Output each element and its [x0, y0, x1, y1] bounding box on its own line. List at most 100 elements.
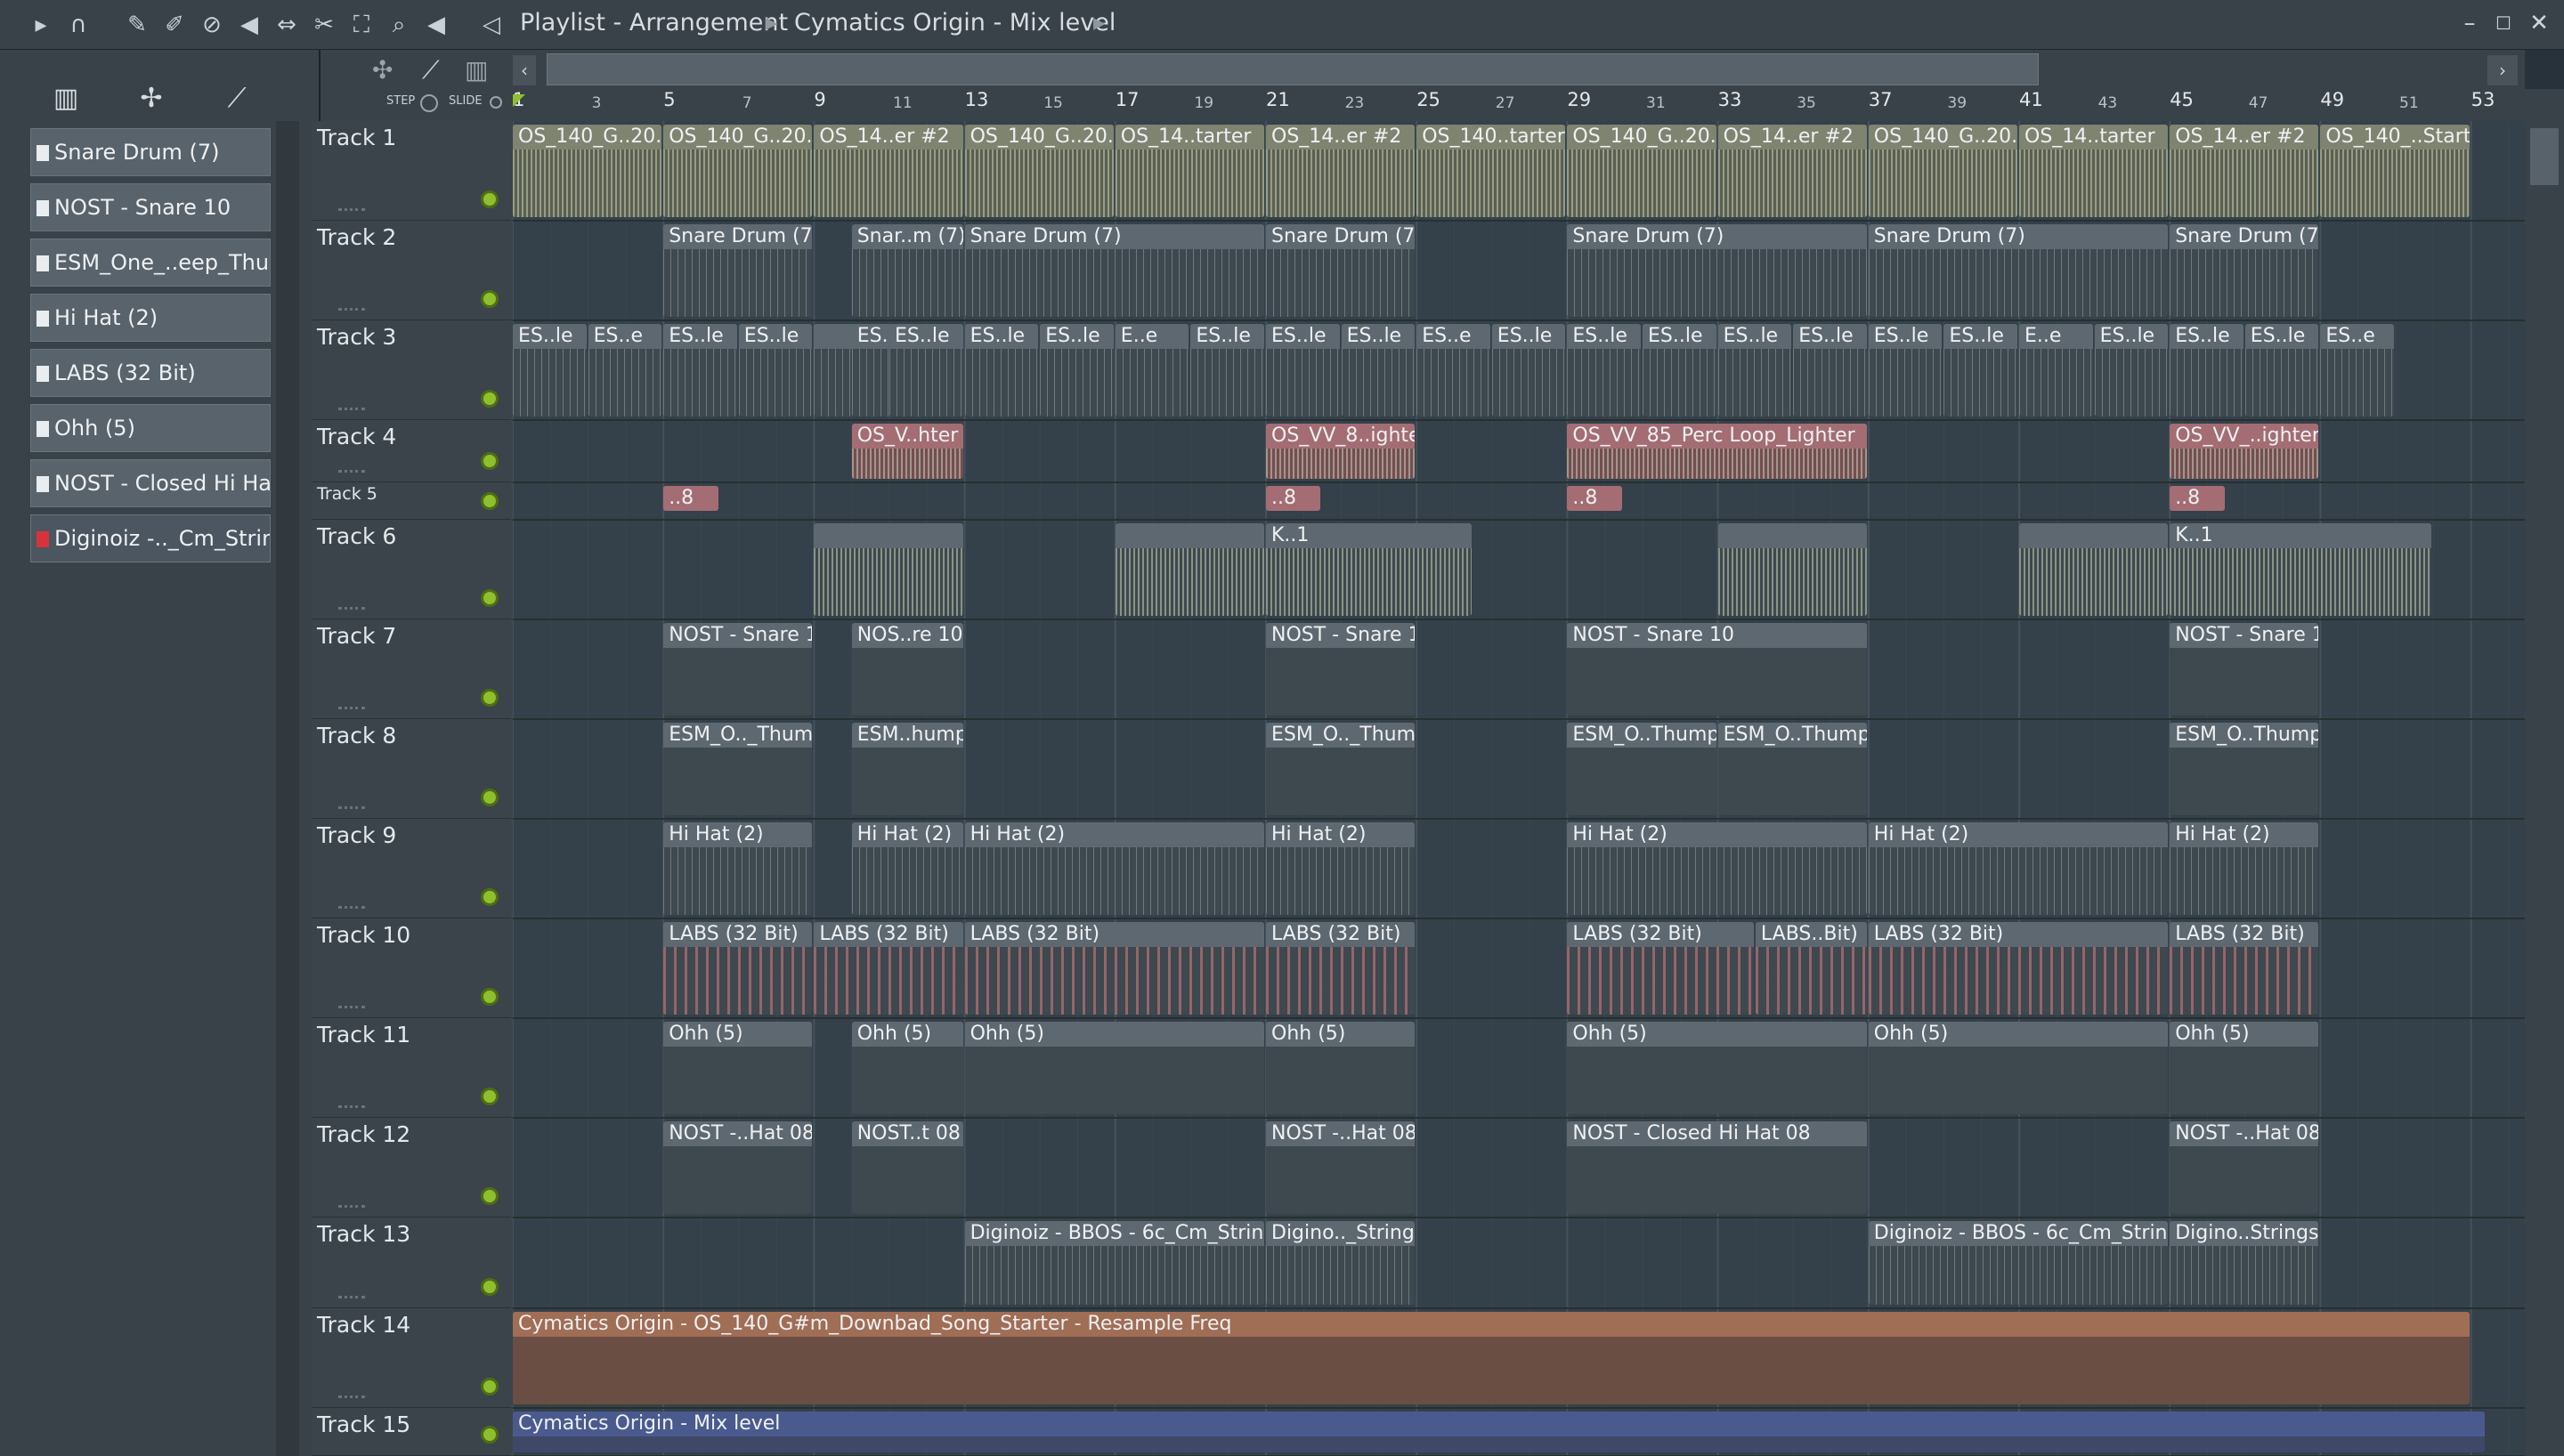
zoom-icon[interactable]: ⌕	[385, 11, 413, 39]
pattern-clip[interactable]: ESM_O..Thump	[1567, 723, 1716, 815]
track-header[interactable]: Track 10	[312, 918, 511, 1018]
pattern-clip[interactable]: Diginoiz - BBOS - 6c_Cm_Strings	[964, 1221, 1264, 1305]
picker-item[interactable]: Hi Hat (2)	[30, 294, 271, 342]
track-size-grip[interactable]	[338, 1395, 365, 1401]
track-enable-led[interactable]	[481, 888, 499, 906]
pattern-clip[interactable]: Snare Drum (7)	[1567, 224, 1867, 317]
audio-clip[interactable]: ..8	[2170, 486, 2225, 511]
audio-clip[interactable]: OS_14..er #2	[1717, 125, 1867, 217]
picker-item[interactable]: ESM_One_..eep_Thump	[30, 239, 271, 287]
audio-clip[interactable]	[1115, 523, 1264, 616]
picker-scrollbar[interactable]	[276, 121, 299, 1456]
pattern-clip[interactable]: LABS (32 Bit)	[1868, 922, 2169, 1015]
track-header[interactable]: Track 3	[312, 320, 511, 420]
pattern-clip[interactable]: NOST -..Hat 08	[1266, 1121, 1416, 1214]
audio-clip[interactable]: ES..le	[964, 324, 1039, 417]
audio-clip[interactable]: OS_14..er #2	[2170, 125, 2319, 217]
track-enable-led[interactable]	[481, 1378, 499, 1395]
track-header[interactable]: Track 2	[312, 221, 511, 320]
track-enable-led[interactable]	[481, 589, 499, 607]
pattern-clip[interactable]: Snar..m (7)	[851, 224, 963, 317]
track-enable-led[interactable]	[481, 1088, 499, 1105]
track-enable-led[interactable]	[481, 1187, 499, 1205]
pattern-clip[interactable]: Hi Hat (2)	[851, 822, 963, 915]
track-enable-led[interactable]	[481, 390, 499, 408]
track-size-grip[interactable]	[338, 470, 365, 475]
audio-clip[interactable]: ES..le	[1793, 324, 1867, 417]
vertical-scroll-thumb[interactable]	[2530, 128, 2559, 185]
minimize-button[interactable]: –	[2454, 7, 2486, 39]
picker-item[interactable]: NOST - Closed Hi Hat 08	[30, 459, 271, 507]
track-header[interactable]: Track 11	[312, 1018, 511, 1118]
pattern-clip[interactable]: ESM_O.._Thump	[1266, 723, 1416, 815]
piano-roll-tab-icon[interactable]: ▥	[39, 77, 93, 121]
audio-clip[interactable]: OS_14..tarter	[1115, 125, 1264, 217]
automation-clip[interactable]: Cymatics Origin - OS_140_G#m_Downbad_Son…	[513, 1312, 2470, 1404]
audio-clip[interactable]: ES..le	[2094, 324, 2169, 417]
audio-clip[interactable]: OS_VV_85_Perc Loop_Lighter	[1567, 424, 1867, 479]
paint-brush-icon[interactable]: ✐	[160, 11, 189, 39]
picker-item[interactable]: Ohh (5)	[30, 404, 271, 452]
pattern-clip[interactable]: Ohh (5)	[2170, 1022, 2319, 1114]
pattern-clip[interactable]: Snare Drum (7)	[663, 224, 813, 317]
pattern-clip[interactable]: Hi Hat (2)	[964, 822, 1264, 915]
pattern-clip[interactable]: NOST -..Hat 08	[663, 1121, 813, 1214]
audio-clip[interactable]	[2019, 523, 2169, 616]
audio-clip[interactable]	[814, 523, 963, 616]
audio-clip[interactable]: ..8	[663, 486, 718, 511]
pattern-clip[interactable]: LABS (32 Bit)	[1567, 922, 1754, 1015]
audio-clip[interactable]	[1717, 523, 1867, 616]
pattern-clip[interactable]: ESM_O..Thump	[1717, 723, 1867, 815]
track-size-grip[interactable]	[338, 906, 365, 911]
pattern-clip[interactable]: LABS (32 Bit)	[663, 922, 813, 1015]
audio-clip[interactable]: ES..le	[889, 324, 963, 417]
pattern-clip[interactable]: NOST..t 08	[851, 1121, 963, 1214]
track-header[interactable]: Track 6	[312, 520, 511, 619]
delete-icon[interactable]: ⊘	[198, 11, 226, 39]
track-size-grip[interactable]	[338, 607, 365, 612]
picker-item[interactable]: NOST - Snare 10	[30, 183, 271, 231]
audio-clip[interactable]: ES..le	[1943, 324, 2017, 417]
pattern-clip[interactable]: LABS (32 Bit)	[2170, 922, 2319, 1015]
pattern-clip[interactable]: Snare Drum (7)	[964, 224, 1264, 317]
pattern-clip[interactable]: Digino.._Strings	[1266, 1221, 1416, 1305]
audio-clip[interactable]: ES..le	[663, 324, 737, 417]
pattern-clip[interactable]: LABS (32 Bit)	[1266, 922, 1416, 1015]
pattern-clip[interactable]: Ohh (5)	[663, 1022, 813, 1114]
overview-scrollbar[interactable]: ‹ ›	[513, 50, 2525, 89]
audio-clip[interactable]: OS_140_G..20.0	[1868, 125, 2017, 217]
track-header[interactable]: Track 12	[312, 1118, 511, 1217]
audio-clip[interactable]: ES..le	[1341, 324, 1416, 417]
track-header[interactable]: Track 5	[312, 482, 511, 520]
pattern-clip[interactable]: Ohh (5)	[1567, 1022, 1867, 1114]
track-size-grip[interactable]	[338, 707, 365, 712]
pattern-clip[interactable]: NOST - Closed Hi Hat 08	[1567, 1121, 1867, 1214]
pattern-clip[interactable]: Hi Hat (2)	[1266, 822, 1416, 915]
playback-icon[interactable]: ◀	[422, 11, 450, 39]
track-enable-led[interactable]	[481, 789, 499, 806]
pattern-clip[interactable]: Hi Hat (2)	[1567, 822, 1867, 915]
pattern-clip[interactable]: Ohh (5)	[1266, 1022, 1416, 1114]
track-header[interactable]: Track 8	[312, 719, 511, 819]
scroll-right-icon[interactable]: ›	[2487, 55, 2518, 85]
track-header[interactable]: Track 9	[312, 819, 511, 918]
track-enable-led[interactable]	[481, 1426, 499, 1444]
automation-tab-icon[interactable]: ⟋	[210, 77, 264, 121]
pattern-clip[interactable]: NOST - Snare 10	[2170, 623, 2319, 716]
audio-clip[interactable]: ES..le	[1717, 324, 1792, 417]
curve-icon[interactable]: ⟋	[422, 55, 440, 85]
step-toggle[interactable]	[420, 94, 438, 112]
audio-clip[interactable]: E..e	[1115, 324, 1189, 417]
pattern-clip[interactable]: NOST - Snare 10	[1266, 623, 1416, 716]
audio-clip[interactable]: ES..le	[1040, 324, 1114, 417]
audio-clip[interactable]: OS_V..hter	[851, 424, 963, 479]
track-size-grip[interactable]	[338, 308, 365, 313]
playhead-marker[interactable]	[513, 94, 525, 107]
pattern-clip[interactable]: Hi Hat (2)	[663, 822, 813, 915]
audio-clip[interactable]: K..1	[2170, 523, 2432, 616]
audio-clip[interactable]: ES..le	[1266, 324, 1340, 417]
track-header[interactable]: Track 14	[312, 1308, 511, 1408]
track-header[interactable]: Track 7	[312, 619, 511, 719]
audio-clip[interactable]: ES..le	[513, 324, 587, 417]
maximize-button[interactable]: ☐	[2487, 7, 2519, 39]
